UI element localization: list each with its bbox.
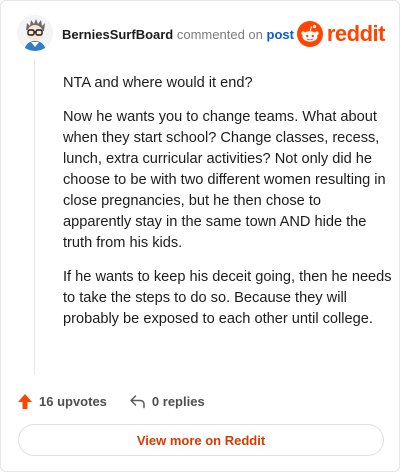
reply-arrow-icon bbox=[130, 394, 145, 408]
comment-actions: 16 upvotes 0 replies bbox=[17, 389, 227, 413]
comment-paragraph: NTA and where would it end? bbox=[63, 75, 253, 91]
comment-byline: BerniesSurfBoard commented on post bbox=[62, 27, 294, 43]
reply-button[interactable]: 0 replies bbox=[129, 394, 205, 409]
avatar[interactable] bbox=[17, 15, 53, 51]
reply-count: 0 replies bbox=[151, 393, 205, 409]
post-link[interactable]: post bbox=[267, 27, 294, 42]
reddit-snoo-icon bbox=[296, 21, 323, 47]
upvote-button[interactable]: 16 upvotes bbox=[17, 393, 107, 410]
comment-paragraph: If he wants to keep his deceit going, th… bbox=[63, 269, 392, 327]
reddit-logo[interactable]: reddit bbox=[296, 19, 386, 49]
commented-on-text: commented on bbox=[176, 27, 263, 42]
reddit-wordmark: reddit bbox=[326, 21, 386, 46]
view-more-on-reddit-button[interactable]: View more on Reddit bbox=[18, 424, 384, 456]
comment-body: NTA and where would it end? Now he wants… bbox=[63, 73, 393, 343]
thread-line bbox=[34, 59, 35, 375]
embedded-comment-card: BerniesSurfBoard commented on post reddi… bbox=[0, 0, 400, 472]
avatar-image bbox=[17, 15, 53, 51]
upvote-arrow-icon bbox=[18, 393, 32, 409]
comment-paragraph: Now he wants you to change teams. What a… bbox=[63, 109, 386, 251]
username-link[interactable]: BerniesSurfBoard bbox=[62, 27, 173, 42]
upvote-count: 16 upvotes bbox=[39, 393, 107, 409]
comment-header: BerniesSurfBoard commented on post reddi… bbox=[17, 15, 386, 55]
